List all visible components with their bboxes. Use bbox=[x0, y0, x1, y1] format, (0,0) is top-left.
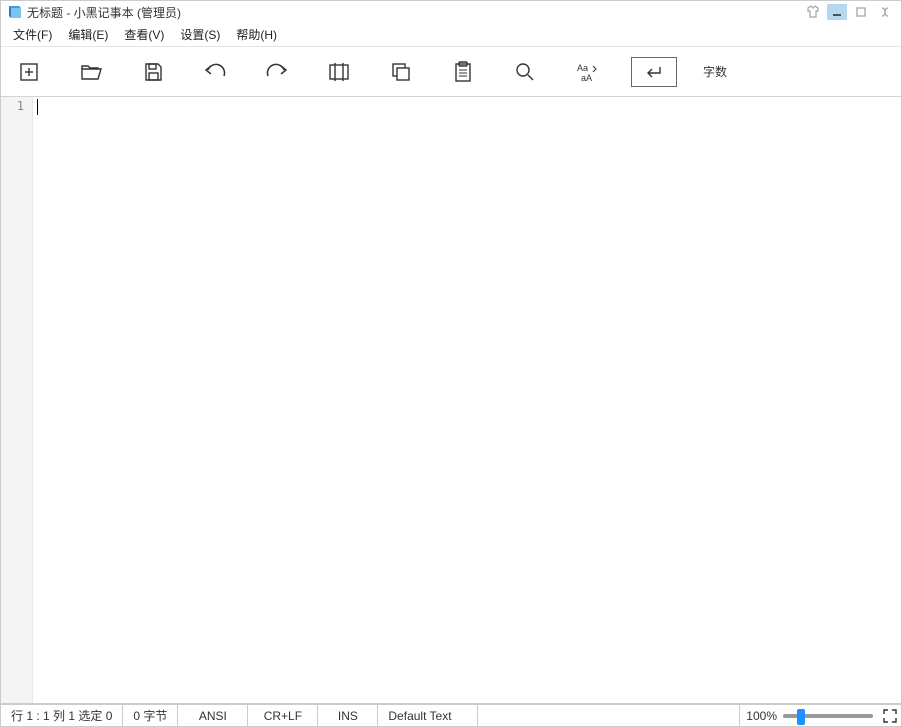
redo-button[interactable] bbox=[259, 55, 295, 89]
open-file-button[interactable] bbox=[73, 55, 109, 89]
word-count-button[interactable]: 字数 bbox=[703, 63, 727, 80]
word-wrap-button[interactable] bbox=[631, 57, 677, 87]
window-controls bbox=[803, 4, 895, 20]
status-position[interactable]: 行 1 : 1 列 1 选定 0 bbox=[1, 705, 123, 726]
menu-settings[interactable]: 设置(S) bbox=[172, 23, 228, 46]
app-window: 无标题 - 小黑记事本 (管理员) 文件(F) 编辑(E) 查看(V) 设置(S… bbox=[0, 0, 902, 727]
menu-help[interactable]: 帮助(H) bbox=[228, 23, 285, 46]
menu-edit[interactable]: 编辑(E) bbox=[60, 23, 116, 46]
zoom-control: 100% bbox=[740, 705, 879, 726]
status-line-ending[interactable]: CR+LF bbox=[248, 705, 318, 726]
minimize-button[interactable] bbox=[827, 4, 847, 20]
save-button[interactable] bbox=[135, 55, 171, 89]
search-button[interactable] bbox=[507, 55, 543, 89]
zoom-slider[interactable] bbox=[783, 714, 873, 718]
undo-button[interactable] bbox=[197, 55, 233, 89]
svg-text:aA: aA bbox=[581, 73, 592, 83]
new-file-button[interactable] bbox=[11, 55, 47, 89]
line-number-gutter: 1 bbox=[1, 97, 33, 703]
app-icon bbox=[7, 4, 23, 20]
close-button[interactable] bbox=[875, 4, 895, 20]
status-language[interactable]: Default Text bbox=[378, 705, 478, 726]
cut-button[interactable] bbox=[321, 55, 357, 89]
window-title: 无标题 - 小黑记事本 (管理员) bbox=[27, 4, 181, 21]
title-bar: 无标题 - 小黑记事本 (管理员) bbox=[1, 1, 901, 23]
skin-icon[interactable] bbox=[803, 4, 823, 20]
menu-view[interactable]: 查看(V) bbox=[116, 23, 172, 46]
status-insert-mode[interactable]: INS bbox=[318, 705, 378, 726]
toolbar: AaaA 字数 bbox=[1, 47, 901, 97]
menu-file[interactable]: 文件(F) bbox=[5, 23, 60, 46]
text-caret bbox=[37, 99, 38, 115]
status-bar: 行 1 : 1 列 1 选定 0 0 字节 ANSI CR+LF INS Def… bbox=[1, 704, 901, 726]
maximize-button[interactable] bbox=[851, 4, 871, 20]
editor-area: 1 bbox=[1, 97, 901, 704]
zoom-thumb[interactable] bbox=[797, 709, 805, 725]
case-convert-button[interactable]: AaaA bbox=[569, 55, 605, 89]
svg-text:Aa: Aa bbox=[577, 63, 588, 73]
line-number: 1 bbox=[1, 99, 24, 113]
menu-bar: 文件(F) 编辑(E) 查看(V) 设置(S) 帮助(H) bbox=[1, 23, 901, 47]
status-encoding[interactable]: ANSI bbox=[178, 705, 248, 726]
copy-button[interactable] bbox=[383, 55, 419, 89]
paste-button[interactable] bbox=[445, 55, 481, 89]
zoom-percent[interactable]: 100% bbox=[746, 709, 777, 723]
fullscreen-button[interactable] bbox=[879, 705, 901, 726]
status-size[interactable]: 0 字节 bbox=[123, 705, 178, 726]
text-editor[interactable] bbox=[33, 97, 901, 703]
